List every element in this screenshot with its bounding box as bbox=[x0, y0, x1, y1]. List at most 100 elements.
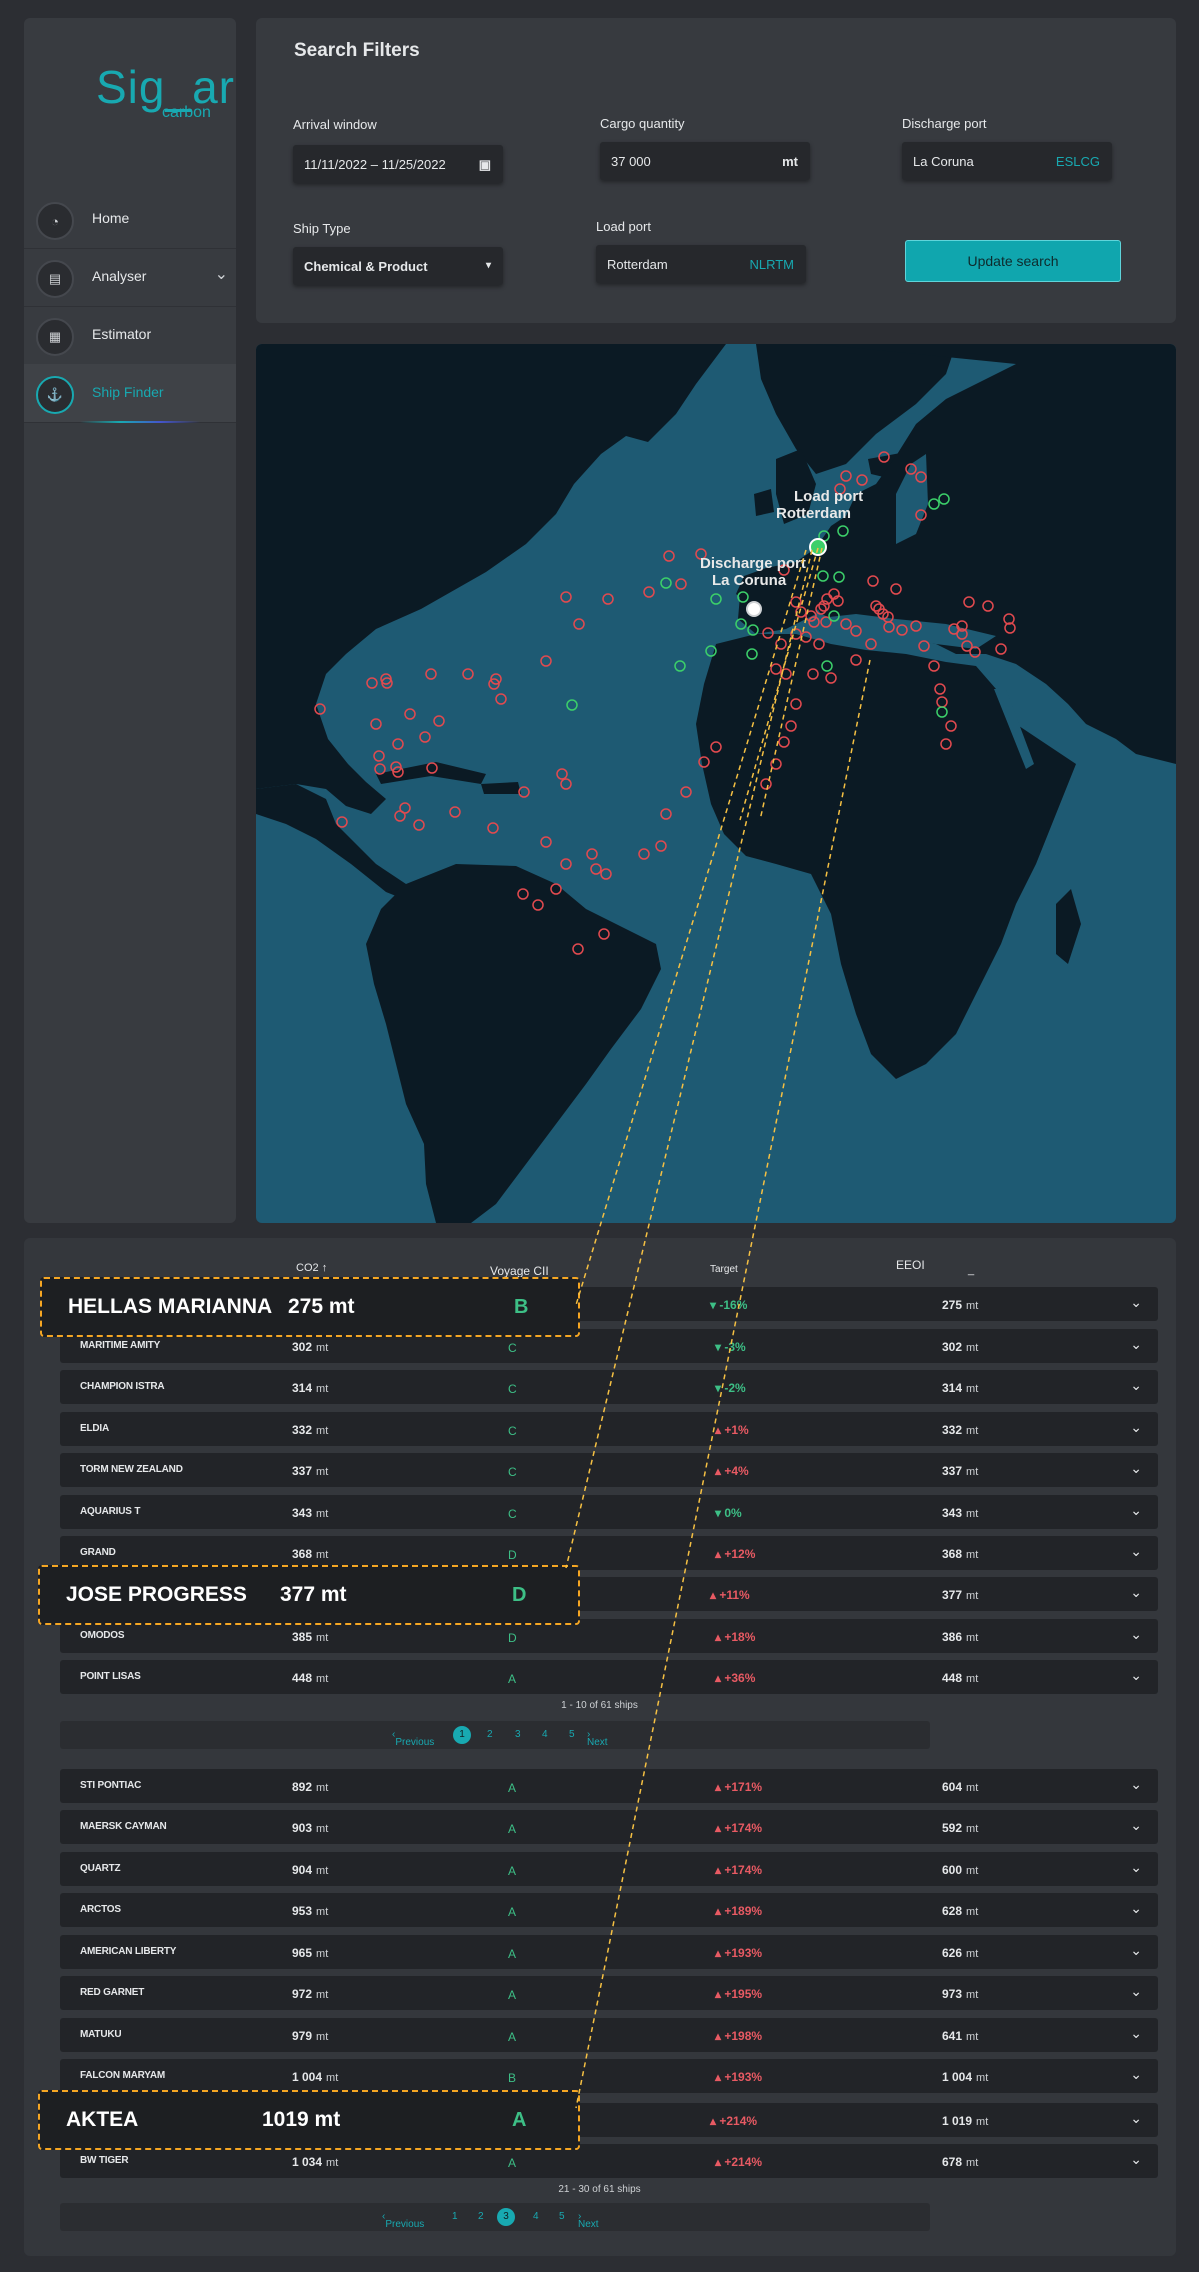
table-row[interactable]: TORM NEW ZEALAND 337 mt C ▴ +4% 337 mt ⌄ bbox=[60, 1453, 1158, 1487]
chevron-down-icon[interactable]: ⌄ bbox=[1130, 1502, 1142, 1519]
ship-type-select[interactable]: Chemical & Product ▾ bbox=[293, 247, 503, 285]
chevron-down-icon[interactable]: ⌄ bbox=[1130, 2066, 1142, 2083]
ship-name[interactable]: STI PONTIAC bbox=[80, 1780, 141, 1791]
world-map[interactable]: Load port Rotterdam Discharge port La Co… bbox=[256, 344, 1176, 1223]
chevron-down-icon[interactable]: ⌄ bbox=[215, 264, 228, 284]
discharge-port-marker[interactable] bbox=[746, 601, 762, 617]
ship-name[interactable]: OMODOS bbox=[80, 1630, 125, 1641]
target-value: ▴ +189% bbox=[715, 1904, 763, 1918]
chevron-down-icon[interactable]: ⌄ bbox=[1130, 1817, 1142, 1834]
table-row[interactable]: MATUKU 979 mt A ▴ +198% 641 mt ⌄ bbox=[60, 2018, 1158, 2052]
sidebar-item-home[interactable]: ◔ Home bbox=[24, 190, 236, 249]
target-value: ▴ +11% bbox=[710, 1588, 750, 1602]
sigmar-logo[interactable]: Sig_ar carbon bbox=[72, 42, 234, 132]
chevron-down-icon[interactable]: ⌄ bbox=[1130, 1584, 1142, 1601]
previous-page-button[interactable]: ‹ Previous bbox=[392, 1729, 434, 1748]
cargo-quantity-input[interactable]: 37 000 mt bbox=[600, 142, 810, 180]
target-column-header[interactable]: Target bbox=[710, 1264, 738, 1275]
eeoi-column-header[interactable]: EEOI bbox=[896, 1258, 925, 1272]
table-row[interactable]: POINT LISAS 448 mt A ▴ +36% 448 mt ⌄ bbox=[60, 1660, 1158, 1694]
target-value: ▴ +214% bbox=[710, 2114, 758, 2128]
page-2-button[interactable]: 2 bbox=[487, 1729, 493, 1740]
results-count: 21 - 30 of 61 ships bbox=[558, 2184, 641, 2195]
target-value: ▴ +12% bbox=[715, 1547, 756, 1561]
update-search-button[interactable]: Update search bbox=[905, 240, 1121, 282]
sidebar-item-label: Ship Finder bbox=[92, 384, 164, 400]
chevron-down-icon[interactable]: ⌄ bbox=[1130, 1626, 1142, 1643]
page-2-button[interactable]: 2 bbox=[478, 2211, 484, 2222]
table-row[interactable]: MAERSK CAYMAN 903 mt A ▴ +174% 592 mt ⌄ bbox=[60, 1810, 1158, 1844]
next-page-button[interactable]: Next › bbox=[587, 1729, 608, 1748]
ship-name[interactable]: MATUKU bbox=[80, 2029, 122, 2040]
page-5-button[interactable]: 5 bbox=[569, 1729, 575, 1740]
table-row[interactable]: RED GARNET 972 mt A ▴ +195% 973 mt ⌄ bbox=[60, 1976, 1158, 2010]
table-row[interactable]: STI PONTIAC 892 mt A ▴ +171% 604 mt ⌄ bbox=[60, 1769, 1158, 1803]
chevron-down-icon[interactable]: ⌄ bbox=[1130, 1460, 1142, 1477]
chevron-down-icon[interactable]: ⌄ bbox=[1130, 1419, 1142, 1436]
previous-page-button[interactable]: ‹ Previous bbox=[382, 2211, 424, 2230]
ship-name[interactable]: CHAMPION ISTRA bbox=[80, 1381, 165, 1392]
ship-name[interactable]: POINT LISAS bbox=[80, 1671, 141, 1682]
chevron-down-icon[interactable]: ⌄ bbox=[1130, 2025, 1142, 2042]
arrival-window-input[interactable]: 11/11/2022 – 11/25/2022 ▣ bbox=[293, 145, 503, 183]
table-row[interactable]: QUARTZ 904 mt A ▴ +174% 600 mt ⌄ bbox=[60, 1852, 1158, 1886]
ship-name[interactable]: GRAND bbox=[80, 1547, 116, 1558]
cii-grade: A bbox=[508, 1988, 517, 2002]
ship-map[interactable]: Load port Rotterdam Discharge port La Co… bbox=[256, 344, 1176, 1223]
table-row[interactable]: AQUARIUS T 343 mt C ▾ 0% 343 mt ⌄ bbox=[60, 1495, 1158, 1529]
sidebar-item-estimator[interactable]: ▦ Estimator bbox=[24, 306, 236, 365]
co2-value: 343 mt bbox=[292, 1506, 329, 1520]
ship-name[interactable]: AQUARIUS T bbox=[80, 1506, 140, 1517]
page-3-button[interactable]: 3 bbox=[515, 1729, 521, 1740]
ship-name[interactable]: FALCON MARYAM bbox=[80, 2070, 165, 2081]
ship-name[interactable]: AMERICAN LIBERTY bbox=[80, 1946, 176, 1957]
ship-name[interactable]: RED GARNET bbox=[80, 1987, 144, 1998]
page-1-button[interactable]: 1 bbox=[453, 1726, 471, 1744]
co2-header-label: CO2 bbox=[296, 1262, 319, 1274]
chevron-down-icon[interactable]: ⌄ bbox=[1130, 1377, 1142, 1394]
page-1-button[interactable]: 1 bbox=[452, 2211, 458, 2222]
ship-name[interactable]: ELDIA bbox=[80, 1423, 109, 1434]
sidebar-item-ship-finder[interactable]: ⚓ Ship Finder bbox=[24, 364, 236, 423]
discharge-port-input[interactable]: La Coruna ESLCG bbox=[902, 142, 1112, 180]
co2-column-header[interactable]: CO2 ↑ bbox=[296, 1262, 327, 1274]
chevron-down-icon[interactable]: ⌄ bbox=[1130, 1776, 1142, 1793]
calendar-icon[interactable]: ▣ bbox=[479, 157, 491, 173]
table-row[interactable]: ELDIA 332 mt C ▴ +1% 332 mt ⌄ bbox=[60, 1412, 1158, 1446]
ship-name[interactable]: TORM NEW ZEALAND bbox=[80, 1464, 183, 1475]
chevron-down-icon[interactable]: ⌄ bbox=[1130, 1983, 1142, 2000]
next-page-button[interactable]: Next › bbox=[578, 2211, 599, 2230]
chevron-down-icon[interactable]: ⌄ bbox=[1130, 1859, 1142, 1876]
table-row[interactable]: FALCON MARYAM 1 004 mt B ▴ +193% 1 004 mt ⌄ bbox=[60, 2059, 1158, 2093]
page-4-button[interactable]: 4 bbox=[542, 1729, 548, 1740]
chevron-down-icon[interactable]: ⌄ bbox=[1130, 1336, 1142, 1353]
page-3-button[interactable]: 3 bbox=[497, 2208, 515, 2226]
table-row[interactable]: ARCTOS 953 mt A ▴ +189% 628 mt ⌄ bbox=[60, 1893, 1158, 1927]
eeoi-value: 343 mt bbox=[942, 1506, 979, 1520]
ship-name[interactable]: ARCTOS bbox=[80, 1904, 121, 1915]
chevron-down-icon[interactable]: ⌄ bbox=[1130, 1900, 1142, 1917]
page-5-button[interactable]: 5 bbox=[559, 2211, 565, 2222]
ship-name[interactable]: MAERSK CAYMAN bbox=[80, 1821, 167, 1832]
chevron-down-icon[interactable]: ⌄ bbox=[1130, 1942, 1142, 1959]
table-row[interactable]: CHAMPION ISTRA 314 mt C ▾ -2% 314 mt ⌄ bbox=[60, 1370, 1158, 1404]
load-port-input[interactable]: Rotterdam NLRTM bbox=[596, 245, 806, 283]
page-4-button[interactable]: 4 bbox=[533, 2211, 539, 2222]
sidebar-item-analyser[interactable]: ▤ Analyser ⌄ bbox=[24, 248, 236, 307]
highlighted-ship-callout: HELLAS MARIANNA 275 mt B bbox=[40, 1277, 580, 1337]
cii-column-header[interactable]: Voyage CII bbox=[490, 1264, 549, 1278]
load-port-marker[interactable] bbox=[809, 538, 827, 556]
chevron-down-icon[interactable]: ⌄ bbox=[1130, 1543, 1142, 1560]
ship-name[interactable]: BW TIGER bbox=[80, 2155, 129, 2166]
chevron-down-icon[interactable]: ⌄ bbox=[1130, 2151, 1142, 2168]
co2-value: 314 mt bbox=[292, 1381, 329, 1395]
chevron-down-icon[interactable]: ⌄ bbox=[1130, 1667, 1142, 1684]
ship-name[interactable]: QUARTZ bbox=[80, 1863, 121, 1874]
chevron-down-icon[interactable]: ⌄ bbox=[1130, 2110, 1142, 2127]
load-port-code: NLRTM bbox=[749, 257, 794, 272]
ship-name[interactable]: MARITIME AMITY bbox=[80, 1340, 160, 1351]
table-row[interactable]: AMERICAN LIBERTY 965 mt A ▴ +193% 626 mt ⌄ bbox=[60, 1935, 1158, 1969]
chevron-down-icon[interactable]: ⌄ bbox=[1130, 1294, 1142, 1311]
cargo-quantity-label: Cargo quantity bbox=[600, 116, 685, 131]
ship-cii: B bbox=[514, 1296, 529, 1318]
